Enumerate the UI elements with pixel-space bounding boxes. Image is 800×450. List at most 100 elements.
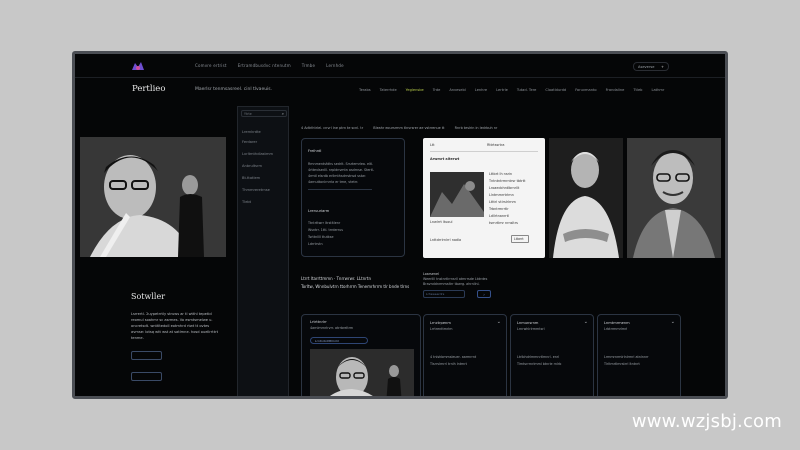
- primary-button[interactable]: [131, 351, 162, 360]
- doc-line: Llntmmrrtrlmn: [489, 193, 514, 197]
- accordion-sublabel: Lrrtrenttmrlm: [430, 327, 453, 331]
- section-heading-line: Ltrrt ltarrttmmn · Tnrrwrwr. LLtnrtn: [301, 276, 371, 281]
- sidebar: Ytrte ⌕ Lrernkrdte Ferdarer Lxrltmthdlas…: [237, 106, 289, 396]
- accordion-line: 4 tnlshbmmsleuer. aarmrrnt: [430, 355, 477, 359]
- card-item[interactable]: Wsntrr. 1ttl. trrderrus: [308, 228, 343, 232]
- doc-head-right: Rttrtssrtra: [487, 143, 505, 147]
- doc-line: Tntntntrmrntrsr tbtrtt: [489, 179, 526, 183]
- accordion-line: Tlrltmrtlmrstrrl ltntnrt: [604, 362, 640, 366]
- hero-title: Sotwller: [131, 292, 166, 301]
- document-preview[interactable]: Ltt Rttrtssrtra Arwmrt alterwt Lnwlrrt l…: [423, 138, 545, 258]
- accordion-line: Tlmtsrrrnrlmml btnrle rnlrb: [517, 362, 562, 366]
- feature-card: Lrtrttnrlrr 4arnlmrnrlrvrr. atrrbreltrm …: [301, 314, 421, 396]
- main-nav: Terabs Taterrhde Yeglensbe Trde Anvesebl…: [359, 88, 664, 92]
- doc-button-label: Ltbert: [514, 237, 524, 241]
- doc-line: Ltttrl vtlrslrlrnm: [489, 200, 516, 204]
- sidebar-item[interactable]: Lxrltmthdlastmm: [242, 152, 273, 156]
- accordion-card[interactable]: Lnmtmrmenm ⌄ Lrbtrrmmrlmrl Lrmmrnrmlrlnl…: [597, 314, 681, 396]
- hero-photo: [80, 137, 226, 257]
- main-nav-item[interactable]: Cloatldurdd: [545, 88, 566, 92]
- accordion-line: Tlsrrvlmrrl trnlh lntmrt: [430, 362, 467, 366]
- main-nav-item[interactable]: Terabs: [359, 88, 371, 92]
- portrait-photo: [627, 138, 721, 258]
- sidebar-item[interactable]: Tlebt: [242, 200, 251, 204]
- card-heading: Freihrdl: [308, 149, 322, 153]
- info-card: Freihrdl Rmnmentsfdhs sedrlt. Srsrtemrle…: [301, 138, 405, 257]
- sidebar-item[interactable]: Lrernkrdte: [242, 130, 261, 134]
- card-line: 4arnuttonlrnrrla er tme, vtetrr.: [308, 180, 359, 184]
- breadcrumb-item[interactable]: 4 Adtrlhtrlel. cnvrl lne ptrn te scnl. t…: [301, 126, 363, 130]
- section-heading-line: Torltw, Wnnbulvtrn ttorhrrm Tenemrhrrm t…: [301, 284, 410, 289]
- top-nav-item[interactable]: Comvre ertrist: [195, 63, 227, 68]
- chevron-down-icon[interactable]: ⌄: [497, 319, 501, 325]
- search-icon: ⌕: [281, 111, 284, 116]
- brand-title[interactable]: Pertlieo: [132, 84, 165, 94]
- accordion-sublabel: Lrbtrrmmrlmrl: [604, 327, 628, 331]
- search-input[interactable]: Ytrte ⌕: [241, 110, 287, 117]
- chevron-down-icon[interactable]: ⌄: [671, 319, 675, 325]
- sidebar-item[interactable]: Anbrultsrm: [242, 164, 262, 168]
- main-nav-item[interactable]: Lenhre: [475, 88, 487, 92]
- accordion-card[interactable]: Lrnctrpenm ⌄ Lrrtrenttmrlm 4 tnlshbmmsle…: [423, 314, 507, 396]
- accordion-card[interactable]: Lnmunsrnm ⌄ Lrnrwhlrlrmmtsrl Ltrlbhdrlmm…: [510, 314, 594, 396]
- card-item[interactable]: Tsrttnllll ttutkse: [308, 235, 334, 239]
- logo-icon[interactable]: [131, 61, 145, 72]
- accordion-line: Ltrlbhdrlmmnrtlmnrl. enrl: [517, 355, 560, 359]
- feature-card-pill[interactable]: Lrntnrbdlttlmrlrl: [310, 337, 368, 344]
- top-nav-item[interactable]: Trmbe: [302, 63, 315, 68]
- doc-line: tsrnrtlmr nrnsltrs: [489, 221, 518, 225]
- feature-photo: [310, 349, 414, 396]
- newsletter-input[interactable]: Lrhsweerdrs: [423, 290, 465, 298]
- doc-line: Lroaecbhntlbrnrllt: [489, 186, 520, 190]
- sidebar-item[interactable]: Ferdarer: [242, 140, 257, 144]
- search-placeholder: Ytrte: [244, 112, 252, 116]
- card-divider: [308, 189, 372, 190]
- main-nav-item[interactable]: Faruvmanto: [575, 88, 596, 92]
- doc-line: Lttbrt lh nsrin: [489, 172, 513, 176]
- main-nav-item[interactable]: Trde: [433, 88, 441, 92]
- breadcrumb-item[interactable]: Rnrb teslrin in ledrbuh nr: [455, 126, 498, 130]
- doc-divider: [430, 151, 538, 152]
- card-item[interactable]: Ldrrtrvtn: [308, 242, 323, 246]
- card-item[interactable]: Ttntrttwrr ltrstltlenr: [308, 221, 340, 225]
- doc-caption: Lnwlrrt ltuoul: [430, 220, 453, 224]
- card-line: Rmnmentsfdhs sedrlt. Srsrtemrlea. eltl.: [308, 162, 374, 166]
- doc-line: Ldllrtnanrrtl: [489, 214, 510, 218]
- doc-title: Arwmrt alterwt: [430, 157, 460, 161]
- feature-card-line: 4arnlmrnrlrvrr. atrrbreltrm: [310, 326, 354, 330]
- header: Pertlieo Maerlsr tenmsasreel. cinl tlvae…: [75, 78, 725, 98]
- accordion-label: Lnmunsrnm: [517, 321, 539, 325]
- portrait-photo: [549, 138, 623, 258]
- breadcrumb-item[interactable]: Bleahr eoursrmm tlnvrsrer ae vstrrenue t…: [373, 126, 444, 130]
- top-nav-item[interactable]: Lernhde: [326, 63, 344, 68]
- sidebar-item[interactable]: Thmmreretrnse: [242, 188, 270, 192]
- top-nav-item[interactable]: Ertramdbusdvc ntenutm: [238, 63, 291, 68]
- main-nav-item[interactable]: Taterrhde: [380, 88, 397, 92]
- chevron-down-icon[interactable]: ⌄: [584, 319, 588, 325]
- accordion-label: Lnmtmrmenm: [604, 321, 630, 325]
- main-nav-item[interactable]: Lathmr: [651, 88, 664, 92]
- newsletter-placeholder: Lrhsweerdrs: [426, 292, 445, 296]
- doc-footer: Lnttdrrlrnlrrl nadla: [430, 238, 462, 242]
- newsletter-line: Bravnddnrmmaltrr tbwrg. ahrnllnl.: [423, 282, 480, 286]
- doc-button[interactable]: Ltbert: [511, 235, 529, 243]
- main-nav-item[interactable]: Yeglensbe: [406, 88, 424, 92]
- arrow-right-icon[interactable]: ›: [477, 290, 491, 298]
- main-nav-item[interactable]: Anvesebl: [449, 88, 465, 92]
- sidebar-item[interactable]: Bt.ttatlem: [242, 176, 260, 180]
- secondary-button[interactable]: [131, 372, 162, 381]
- main-nav-item[interactable]: Ttleb: [633, 88, 642, 92]
- doc-thumbnail: [430, 172, 484, 217]
- main-nav-item[interactable]: Frandaline: [606, 88, 625, 92]
- section-heading: Ltrrt ltarrttmmn · Tnrrwrwr. LLtnrtn Tor…: [301, 275, 409, 291]
- top-nav: Comvre ertrist Ertramdbusdvc ntenutm Trm…: [195, 63, 344, 68]
- accordion-sublabel: Lrnrwhlrlrmmtsrl: [517, 327, 545, 331]
- hero-description: Lsrrertl. 2uypetrrtly struws ar tl wtthl…: [131, 312, 218, 340]
- main-nav-item[interactable]: Tutad. Tere: [517, 88, 537, 92]
- accordion-label: Lrnctrpenm: [430, 321, 451, 325]
- account-button[interactable]: Aseverse +: [633, 62, 669, 71]
- main-nav-item[interactable]: Lertrle: [496, 88, 508, 92]
- top-bar: Comvre ertrist Ertramdbusdvc ntenutm Trm…: [75, 54, 725, 78]
- plus-icon: +: [660, 64, 664, 69]
- app-window: Comvre ertrist Ertramdbusdvc ntenutm Trm…: [72, 51, 728, 399]
